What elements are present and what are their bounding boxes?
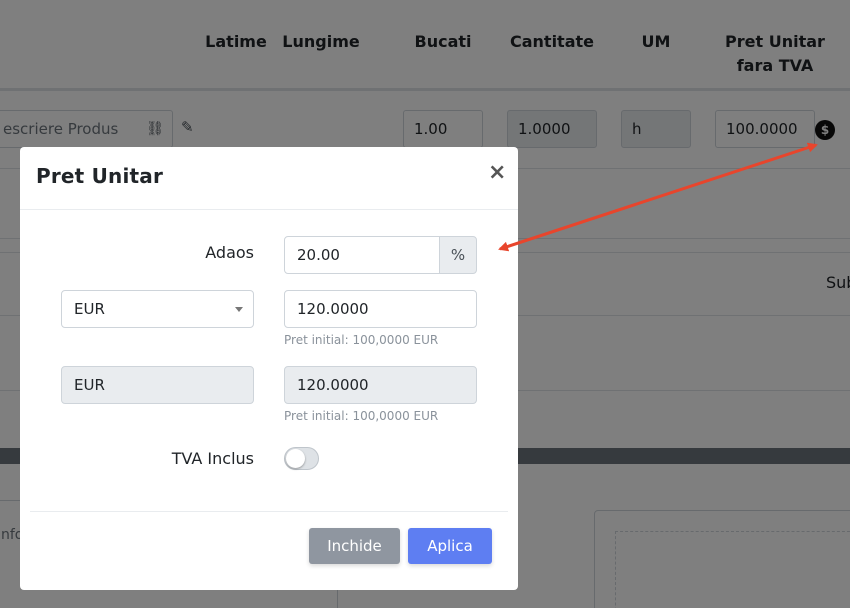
base-price-field: 120.0000 xyxy=(284,366,477,404)
close-icon[interactable]: × xyxy=(488,161,506,185)
tva-inclus-label: TVA Inclus xyxy=(171,449,254,468)
toggle-knob xyxy=(286,449,305,468)
currency-select-value: EUR xyxy=(74,300,105,318)
aplica-button[interactable]: Aplica xyxy=(408,528,492,564)
percent-addon: % xyxy=(439,236,477,274)
price-input[interactable]: 120.0000 xyxy=(284,290,477,328)
base-currency-field: EUR xyxy=(61,366,254,404)
adaos-label: Adaos xyxy=(205,243,254,262)
modal-footer-divider xyxy=(30,511,508,512)
currency-select[interactable]: EUR xyxy=(61,290,254,328)
modal-header: Pret Unitar × xyxy=(20,147,518,210)
price-help-text: Pret initial: 100,0000 EUR xyxy=(284,333,439,347)
tva-inclus-toggle[interactable] xyxy=(284,447,319,470)
base-price-help-text: Pret initial: 100,0000 EUR xyxy=(284,409,439,423)
modal-title: Pret Unitar xyxy=(36,164,164,188)
chevron-down-icon xyxy=(235,307,243,312)
adaos-input[interactable]: 20.00 xyxy=(284,236,440,274)
inchide-button[interactable]: Inchide xyxy=(309,528,400,564)
pret-unitar-modal: Pret Unitar × Adaos 20.00 % EUR 120.0000… xyxy=(20,147,518,590)
